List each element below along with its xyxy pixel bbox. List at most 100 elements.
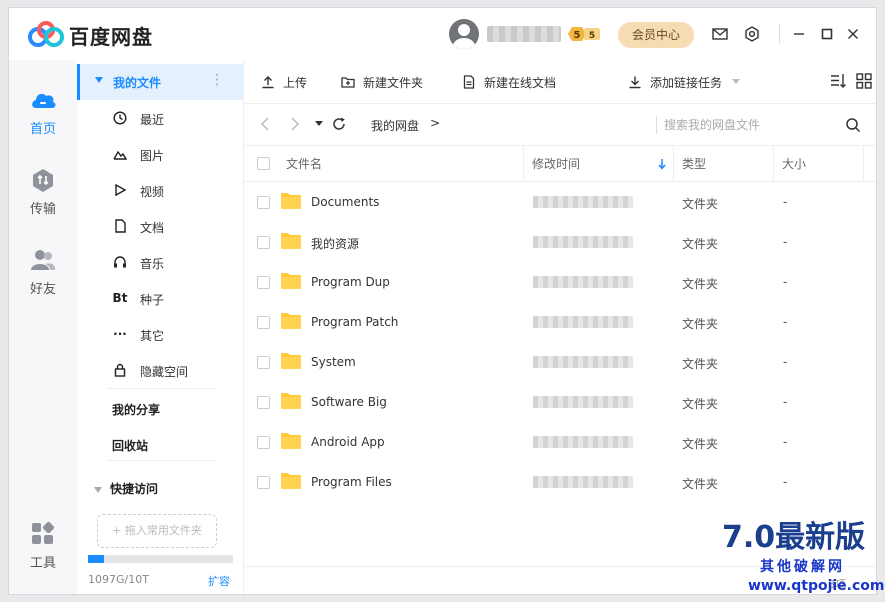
vip-center-button[interactable]: 会员中心 [618,22,694,48]
title-bar: 百度网盘 5 5 会员中心 [9,8,876,60]
file-type: 文件夹 [682,317,719,331]
table-row[interactable]: Documents 文件夹 - [244,182,876,222]
row-checkbox[interactable] [257,196,270,209]
row-checkbox[interactable] [257,316,270,329]
watermark-url: www.qtpojie.com [748,578,885,594]
settings-icon[interactable] [742,24,762,44]
sidebar-item-label: 种子 [140,293,165,307]
cloud-icon [32,93,56,108]
table-row[interactable]: 我的资源 文件夹 - [244,222,876,262]
table-row[interactable]: System 文件夹 - [244,342,876,382]
file-type: 文件夹 [682,477,719,491]
new-folder-button[interactable]: 新建文件夹 [341,73,423,91]
file-name: System [311,355,356,369]
folder-icon [281,273,301,289]
column-type[interactable]: 类型 [682,146,706,182]
close-icon[interactable] [843,24,863,44]
upload-button[interactable]: 上传 [261,73,307,91]
sidebar-my-files[interactable]: 我的文件 ⋮ [77,64,244,100]
modified-time-blurred [533,316,633,328]
row-checkbox[interactable] [257,396,270,409]
table-row[interactable]: Software Big 文件夹 - [244,382,876,422]
table-row[interactable]: Program Patch 文件夹 - [244,302,876,342]
file-name: Documents [311,195,380,209]
sidebar-my-share[interactable]: 我的分享 [112,401,160,418]
nav-transfer[interactable]: 传输 [9,166,77,226]
headphones-icon [112,254,128,270]
modified-time-blurred [533,396,633,408]
folder-icon [281,233,301,249]
file-name: 我的资源 [311,237,360,251]
history-dropdown-icon[interactable] [311,116,327,132]
level-badge[interactable]: 5 5 [566,25,602,43]
app-title: 百度网盘 [69,25,153,49]
vertical-more-icon[interactable]: ⋮ [210,72,224,88]
sidebar-item-music[interactable]: 音乐 [77,244,244,280]
file-name: Android App [311,435,385,449]
modified-time-blurred [533,276,633,288]
level-number: 5 [574,30,581,41]
sort-icon[interactable] [829,72,847,90]
refresh-icon[interactable] [331,116,347,132]
username-blurred[interactable] [487,26,561,42]
grid-view-icon[interactable] [855,72,873,90]
nav-friends[interactable]: 好友 [9,246,77,306]
folder-icon [281,433,301,449]
sidebar-item-recent[interactable]: 最近 [77,100,244,136]
column-name[interactable]: 文件名 [286,146,322,182]
sidebar-item-videos[interactable]: 视频 [77,172,244,208]
mail-icon[interactable] [710,24,730,44]
column-divider [773,146,774,182]
sidebar-item-docs[interactable]: 文档 [77,208,244,244]
search-icon[interactable] [845,117,861,133]
folder-icon [281,393,301,409]
caret-down-icon [94,486,102,493]
table-row[interactable]: Program Dup 文件夹 - [244,262,876,302]
baidu-netdisk-logo-icon [28,21,64,47]
file-type: 文件夹 [682,397,719,411]
breadcrumb-root[interactable]: 我的网盘 [371,117,419,134]
sidebar: 我的文件 ⋮ 最近 图片 视频 文档 音乐 Bt 种子 ··· 其它 隐藏空间 … [77,60,244,594]
row-checkbox[interactable] [257,276,270,289]
watermark-version: 7.0最新版 [722,520,866,555]
minimize-icon[interactable] [789,24,809,44]
storage-quota-text: 1097G/10T [88,573,149,586]
maximize-icon[interactable] [817,24,837,44]
nav-transfer-label: 传输 [29,202,56,217]
back-icon[interactable] [257,116,273,132]
titlebar-separator [779,24,780,44]
search-input[interactable] [664,114,834,136]
select-all-checkbox[interactable] [257,157,270,170]
row-checkbox[interactable] [257,236,270,249]
sidebar-quick-access[interactable]: 快捷访问 [94,480,158,497]
add-link-task-button[interactable]: 添加链接任务 [628,73,741,91]
nav-home[interactable]: 首页 [9,86,77,146]
sidebar-item-images[interactable]: 图片 [77,136,244,172]
sidebar-divider [107,460,217,461]
forward-icon[interactable] [287,116,303,132]
row-checkbox[interactable] [257,356,270,369]
level-number-2: 5 [589,31,595,41]
nav-tools[interactable]: 工具 [9,520,77,580]
sidebar-divider [107,388,217,389]
row-checkbox[interactable] [257,436,270,449]
avatar[interactable] [449,19,479,49]
torrent-icon: Bt [112,291,128,305]
caret-down-icon [95,77,103,83]
sidebar-item-torrent[interactable]: Bt 种子 [77,280,244,316]
sidebar-recycle-bin[interactable]: 回收站 [112,437,148,454]
row-checkbox[interactable] [257,476,270,489]
column-size[interactable]: 大小 [782,146,806,182]
drop-folder-zone[interactable]: + 拖入常用文件夹 [97,514,217,548]
table-row[interactable]: Android App 文件夹 - [244,422,876,462]
new-online-doc-button[interactable]: 新建在线文档 [462,73,556,91]
sidebar-item-other[interactable]: ··· 其它 [77,316,244,352]
expand-storage-link[interactable]: 扩容 [208,573,230,589]
nav-tools-label: 工具 [29,556,56,571]
friends-icon [31,250,56,270]
column-modified[interactable]: 修改时间 [532,146,580,182]
file-name: Program Dup [311,275,390,289]
dropdown-caret-icon [732,79,741,84]
table-row[interactable]: Program Files 文件夹 - [244,462,876,502]
sidebar-item-hidden-space[interactable]: 隐藏空间 [77,352,244,388]
